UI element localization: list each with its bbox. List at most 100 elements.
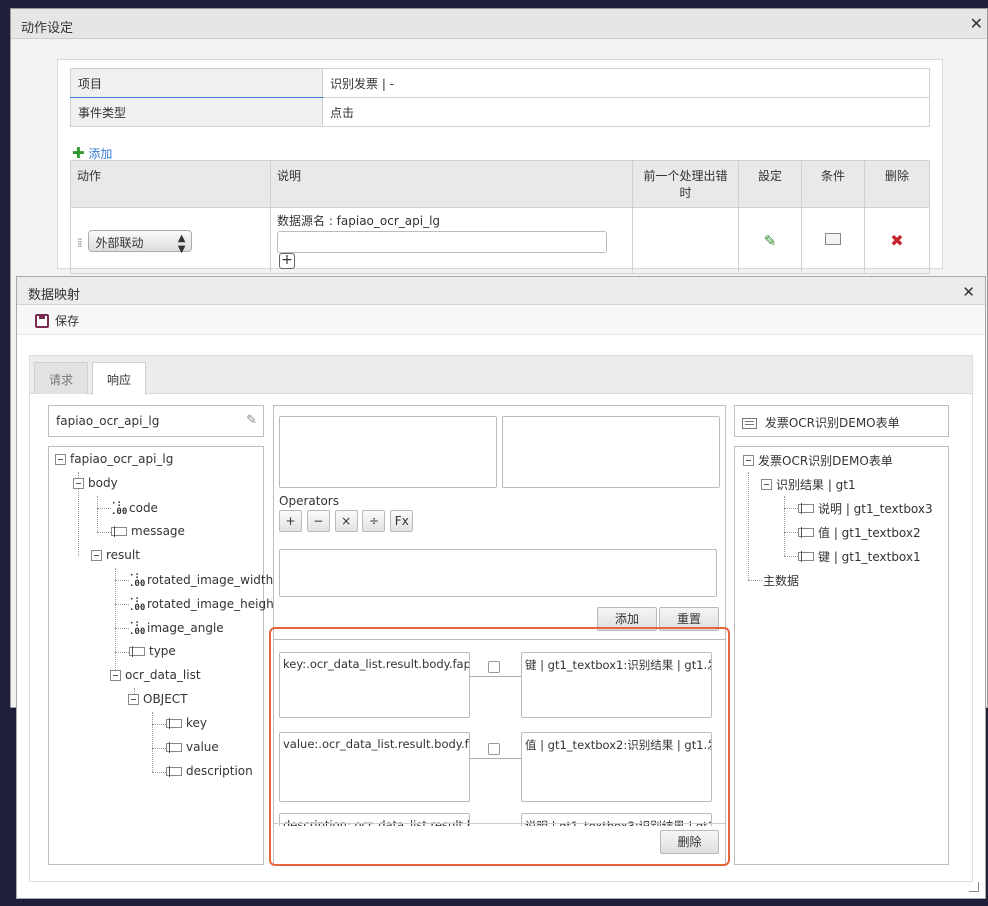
info-value-item: 识别发票 | - [322,68,930,98]
tree-label: rotated_image_height [147,597,279,611]
number-field-icon: ·: .00 [129,595,146,613]
close-icon[interactable]: ✕ [962,283,975,301]
pencil-icon[interactable]: ✎ [764,232,777,250]
mapping-target-1[interactable]: 键 | gt1_textbox1:识别结果 | gt1.发票 [521,652,712,718]
action-select[interactable]: 外部联动 ▲ ▼ [88,229,193,255]
info-table: 项目 识别发票 | - 事件类型 点击 [70,68,930,127]
tree-node-type[interactable]: type [129,644,176,658]
tree-label: ocr_data_list [125,668,201,682]
collapse-icon[interactable] [743,455,754,466]
source-expression-box[interactable] [279,416,497,488]
tree-label: message [131,524,185,538]
mapping-source-3[interactable]: description:.ocr_data_list.result.boc [279,813,470,826]
info-key-event-type: 事件类型 [70,97,323,127]
text-field-icon [129,645,145,657]
tree-node-rotated-image-width[interactable]: ·: .00 rotated_image_width [129,571,274,589]
tree-node-image-angle[interactable]: ·: .00 image_angle [129,619,224,637]
mapping-connector [470,758,521,759]
tree-label: 键 | gt1_textbox1 [818,550,921,564]
collapse-icon[interactable] [73,477,84,489]
operator-multiply-button[interactable]: × [334,510,358,532]
close-icon[interactable]: ✕ [970,14,983,33]
target-node-textbox2[interactable]: 值 | gt1_textbox2 [798,524,921,541]
reset-button[interactable]: 重置 [659,607,719,631]
target-tree: 发票OCR识别DEMO表单 识别结果 | gt1 说明 | gt1_textbo… [734,446,949,865]
target-form-name: 发票OCR识别DEMO表单 [764,416,900,430]
tree-label: type [149,644,176,658]
collapse-icon[interactable] [128,693,139,705]
action-settings-panel: 项目 识别发票 | - 事件类型 点击 ✚ 添加 动作 说明 前一个处理出错时 … [57,59,943,274]
tree-node-description[interactable]: description [166,764,253,778]
number-field-icon: ·: .00 [129,571,146,589]
tree-node-value[interactable]: value [166,740,219,754]
tree-node-code[interactable]: ·: .00 code [111,500,158,517]
operator-plus-button[interactable]: + [279,510,302,532]
save-label: 保存 [55,314,80,328]
tab-request[interactable]: 请求 [34,362,89,394]
tree-label: rotated_image_width [147,573,274,587]
target-node-group[interactable]: 识别结果 | gt1 [761,476,856,493]
tree-label: body [88,476,118,490]
delete-icon[interactable]: ✖ [890,231,903,250]
tree-node-root[interactable]: fapiao_ocr_api_lg [55,452,173,466]
tree-node-object[interactable]: OBJECT [128,692,188,706]
mapping-connector [470,676,521,677]
source-name: fapiao_ocr_api_lg [56,414,160,428]
tree-node-message[interactable]: message [111,524,185,538]
tree-label: 值 | gt1_textbox2 [818,526,921,540]
desc-textarea[interactable] [277,231,607,253]
text-field-icon [111,525,127,537]
edit-icon[interactable]: ✎ [246,413,257,428]
mapping-checkbox-2[interactable] [488,743,500,755]
formula-box[interactable] [279,549,717,597]
collapse-icon[interactable] [110,669,121,681]
source-tree: fapiao_ocr_api_lg body ·: .00 code messag… [48,446,278,865]
drag-handle-icon[interactable]: ⁞⁞ [77,236,82,250]
info-key-item: 项目 [70,68,323,98]
save-button[interactable]: 保存 [35,312,79,329]
delete-mapping-button[interactable]: 删除 [660,830,719,854]
tree-node-ocr-data-list[interactable]: ocr_data_list [110,668,201,682]
condition-icon[interactable] [825,233,841,245]
col-prev-error: 前一个处理出错时 [632,160,739,208]
tab-response[interactable]: 响应 [92,362,147,395]
tree-node-result[interactable]: result [91,548,140,562]
tree-node-key[interactable]: key [166,716,207,730]
target-node-root[interactable]: 发票OCR识别DEMO表单 [743,452,893,469]
collapse-icon[interactable] [55,453,66,465]
target-node-textbox3[interactable]: 说明 | gt1_textbox3 [798,500,933,517]
target-expression-box[interactable] [502,416,720,488]
col-desc: 说明 [270,160,633,208]
target-node-main-data[interactable]: 主数据 [763,572,799,589]
tree-label: key [186,716,208,730]
mapping-checkbox-1[interactable] [488,661,500,673]
add-desc-icon[interactable]: + [279,253,295,269]
toolbar: 保存 [17,305,985,335]
resize-handle-icon[interactable] [969,882,979,892]
col-delete: 删除 [864,160,930,208]
tree-node-body[interactable]: body [73,476,118,490]
mapping-editor: Operators + − × ÷ Fx 添加 重置 key:.ocr_data… [273,405,726,865]
source-name-box[interactable]: fapiao_ocr_api_lg ✎ [48,405,264,437]
delete-cell: ✖ [864,207,930,274]
collapse-icon[interactable] [761,479,772,490]
tree-node-rotated-image-height[interactable]: ·: .00 rotated_image_height [129,595,279,613]
setting-cell: ✎ [738,207,802,274]
text-field-icon [166,717,182,729]
tab-bar: 请求 响应 [30,356,972,395]
collapse-icon[interactable] [91,549,102,561]
mapping-source-2[interactable]: value:.ocr_data_list.result.body.fapi [279,732,470,802]
mapping-target-2[interactable]: 值 | gt1_textbox2:识别结果 | gt1.发: [521,732,712,802]
add-mapping-button[interactable]: 添加 [597,607,657,631]
operator-minus-button[interactable]: − [306,510,330,532]
number-field-icon: ·: .00 [129,619,146,637]
tree-label: value [186,740,219,754]
mapping-source-1[interactable]: key:.ocr_data_list.result.body.fapiao [279,652,470,718]
target-node-textbox1[interactable]: 键 | gt1_textbox1 [798,548,921,565]
operator-divide-button[interactable]: ÷ [362,510,386,532]
mapping-target-3[interactable]: 说明 | gt1_textbox3:识别结果 | gt1. [521,813,712,826]
desc-cell: 数据源名 : fapiao_ocr_api_lg + [270,207,633,274]
info-value-event-type: 点击 [322,97,930,127]
form-icon [742,418,757,429]
operator-fx-button[interactable]: Fx [390,510,414,532]
